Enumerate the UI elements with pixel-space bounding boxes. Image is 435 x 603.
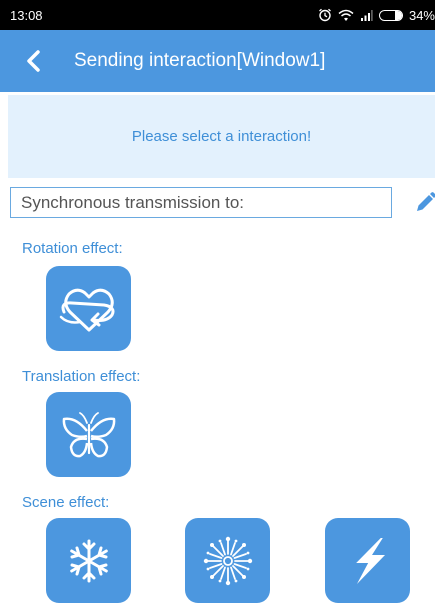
status-bar: 13:08 34% (0, 0, 435, 30)
lightning-icon (355, 537, 385, 584)
status-icons: 34% (318, 8, 435, 23)
edit-button[interactable] (411, 189, 435, 217)
page-title: Sending interaction[Window1] (74, 50, 326, 71)
back-button[interactable] (26, 39, 66, 83)
signal-icon (360, 9, 373, 21)
scene-effect-label: Scene effect: (22, 494, 110, 511)
scene-effect-tile-snowflake[interactable] (46, 518, 131, 603)
app-bar: Sending interaction[Window1] (0, 30, 435, 92)
rotation-effect-label: Rotation effect: (22, 240, 123, 257)
back-chevron-icon (27, 50, 40, 72)
sync-row (10, 187, 435, 221)
translation-effect-tile[interactable] (46, 392, 131, 477)
heart-swirl-icon (59, 288, 114, 331)
alarm-icon (318, 8, 332, 22)
status-time: 13:08 (10, 7, 43, 23)
battery-percent: 34% (408, 7, 435, 23)
rotation-effect-tile[interactable] (46, 266, 131, 351)
wifi-icon (338, 9, 354, 22)
scene-effect-tile-firework[interactable] (185, 518, 270, 603)
snowflake-icon (69, 539, 108, 582)
pencil-icon (417, 192, 435, 211)
battery-icon (378, 9, 403, 21)
scene-effect-tile-lightning[interactable] (325, 518, 410, 603)
prompt-banner: Please select a interaction! (8, 95, 435, 178)
butterfly-icon (62, 411, 115, 457)
firework-icon (203, 536, 252, 585)
translation-effect-label: Translation effect: (22, 368, 141, 385)
prompt-text: Please select a interaction! (131, 128, 312, 145)
sync-target-input[interactable] (10, 187, 392, 218)
